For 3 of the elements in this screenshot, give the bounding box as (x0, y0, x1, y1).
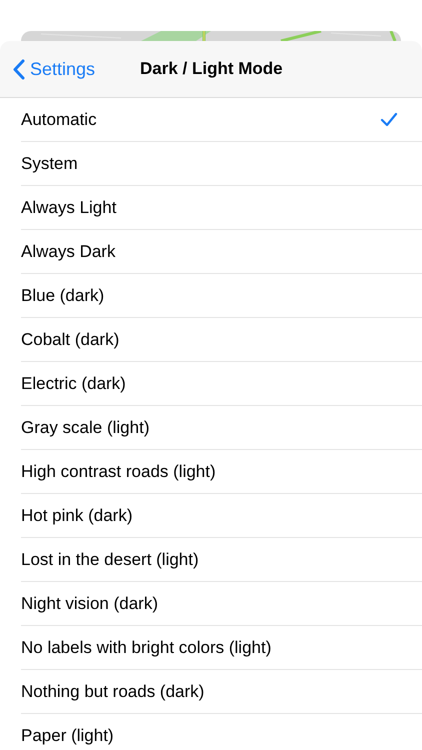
chevron-left-icon (13, 58, 25, 80)
back-button[interactable]: Settings (0, 56, 96, 82)
page-title: Dark / Light Mode (140, 58, 283, 80)
